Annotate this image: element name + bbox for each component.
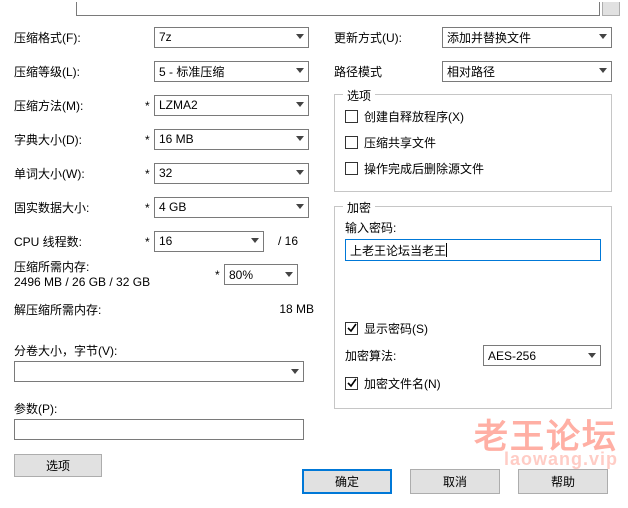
chevron-down-icon: [583, 346, 600, 365]
mem-compress-value: 80%: [229, 268, 253, 282]
solid-block-label: 固实数据大小:: [14, 199, 154, 216]
chevron-down-icon: [291, 96, 308, 115]
ok-button-label: 确定: [335, 473, 359, 490]
chevron-down-icon: [280, 265, 297, 284]
archive-path-row: [0, 0, 628, 16]
chevron-down-icon: [594, 62, 611, 81]
mem-decompress-value: 18 MB: [279, 302, 314, 316]
path-mode-label: 路径模式: [334, 63, 442, 80]
password-value: 上老王论坛当老王: [350, 242, 446, 259]
split-combo[interactable]: [14, 361, 304, 382]
method-value: LZMA2: [159, 98, 198, 112]
enc-method-combo[interactable]: AES-256: [483, 345, 601, 366]
encryption-group: 加密 输入密码: 上老王论坛当老王 显示密码(S) 加密算法: AES-256: [334, 206, 612, 409]
cpu-threads-value: 16: [159, 234, 172, 248]
cpu-threads-total: / 16: [278, 234, 298, 248]
mem-compress-detail: 2496 MB / 26 GB / 32 GB: [14, 275, 224, 290]
chevron-down-icon: [286, 362, 303, 381]
archive-format-label: 压缩格式(F):: [14, 29, 154, 46]
show-password-label: 显示密码(S): [364, 320, 428, 337]
path-mode-combo[interactable]: 相对路径: [442, 61, 612, 82]
shared-label: 压缩共享文件: [364, 134, 436, 151]
dict-size-combo[interactable]: 16 MB: [154, 129, 309, 150]
chevron-down-icon: [246, 232, 263, 251]
path-mode-value: 相对路径: [447, 63, 495, 80]
delete-src-label: 操作完成后删除源文件: [364, 160, 484, 177]
chevron-down-icon: [291, 164, 308, 183]
params-label: 参数(P):: [14, 400, 320, 417]
mem-compress-label: 压缩所需内存:: [14, 260, 224, 275]
enc-method-value: AES-256: [488, 349, 536, 363]
split-label: 分卷大小，字节(V):: [14, 342, 320, 359]
mem-decompress-label: 解压缩所需内存:: [14, 301, 101, 318]
update-mode-label: 更新方式(U):: [334, 29, 442, 46]
show-password-checkbox[interactable]: [345, 322, 358, 335]
bottom-button-bar: 确定 取消 帮助: [0, 469, 628, 494]
sfx-label: 创建自释放程序(X): [364, 108, 464, 125]
help-button-label: 帮助: [551, 473, 575, 490]
mem-compress-combo[interactable]: 80%: [224, 264, 298, 285]
chevron-down-icon: [594, 28, 611, 47]
delete-src-checkbox[interactable]: [345, 162, 358, 175]
cancel-button-label: 取消: [443, 473, 467, 490]
chevron-down-icon: [291, 198, 308, 217]
chevron-down-icon: [291, 28, 308, 47]
method-combo[interactable]: LZMA2: [154, 95, 309, 116]
word-size-label: 单词大小(W):: [14, 165, 154, 182]
encrypt-names-checkbox[interactable]: [345, 377, 358, 390]
archive-path-input[interactable]: [76, 2, 600, 16]
word-size-value: 32: [159, 166, 172, 180]
right-column: 更新方式(U): 添加并替换文件 路径模式 相对路径 选项 创建自释放程序(: [334, 20, 612, 477]
password-label: 输入密码:: [345, 219, 601, 236]
method-label: 压缩方法(M):: [14, 97, 154, 114]
dict-size-label: 字典大小(D):: [14, 131, 154, 148]
chevron-down-icon: [291, 130, 308, 149]
cancel-button[interactable]: 取消: [410, 469, 500, 494]
solid-block-value: 4 GB: [159, 200, 186, 214]
browse-button[interactable]: [602, 2, 620, 16]
archive-format-value: 7z: [159, 30, 172, 44]
ok-button[interactable]: 确定: [302, 469, 392, 494]
encryption-group-title: 加密: [343, 199, 375, 216]
params-input-field[interactable]: [19, 422, 299, 438]
text-caret: [446, 243, 447, 257]
update-mode-combo[interactable]: 添加并替换文件: [442, 27, 612, 48]
params-input[interactable]: [14, 419, 304, 440]
compression-dialog: 压缩格式(F): 7z 压缩等级(L): 5 - 标准压缩 压缩方法(M): L…: [0, 0, 628, 508]
compression-level-label: 压缩等级(L):: [14, 63, 154, 80]
archive-format-combo[interactable]: 7z: [154, 27, 309, 48]
word-size-combo[interactable]: 32: [154, 163, 309, 184]
dict-size-value: 16 MB: [159, 132, 194, 146]
solid-block-combo[interactable]: 4 GB: [154, 197, 309, 218]
left-column: 压缩格式(F): 7z 压缩等级(L): 5 - 标准压缩 压缩方法(M): L…: [14, 20, 320, 477]
cpu-threads-label: CPU 线程数:: [14, 233, 154, 250]
sfx-checkbox[interactable]: [345, 110, 358, 123]
help-button[interactable]: 帮助: [518, 469, 608, 494]
encrypt-names-label: 加密文件名(N): [364, 375, 441, 392]
password-input[interactable]: 上老王论坛当老王: [345, 239, 601, 261]
chevron-down-icon: [291, 62, 308, 81]
update-mode-value: 添加并替换文件: [447, 29, 531, 46]
options-group-title: 选项: [343, 87, 375, 104]
shared-checkbox[interactable]: [345, 136, 358, 149]
compression-level-value: 5 - 标准压缩: [159, 63, 224, 80]
cpu-threads-combo[interactable]: 16: [154, 231, 264, 252]
options-group: 选项 创建自释放程序(X) 压缩共享文件 操作完成后删除源文件: [334, 94, 612, 192]
enc-method-label: 加密算法:: [345, 347, 475, 364]
compression-level-combo[interactable]: 5 - 标准压缩: [154, 61, 309, 82]
